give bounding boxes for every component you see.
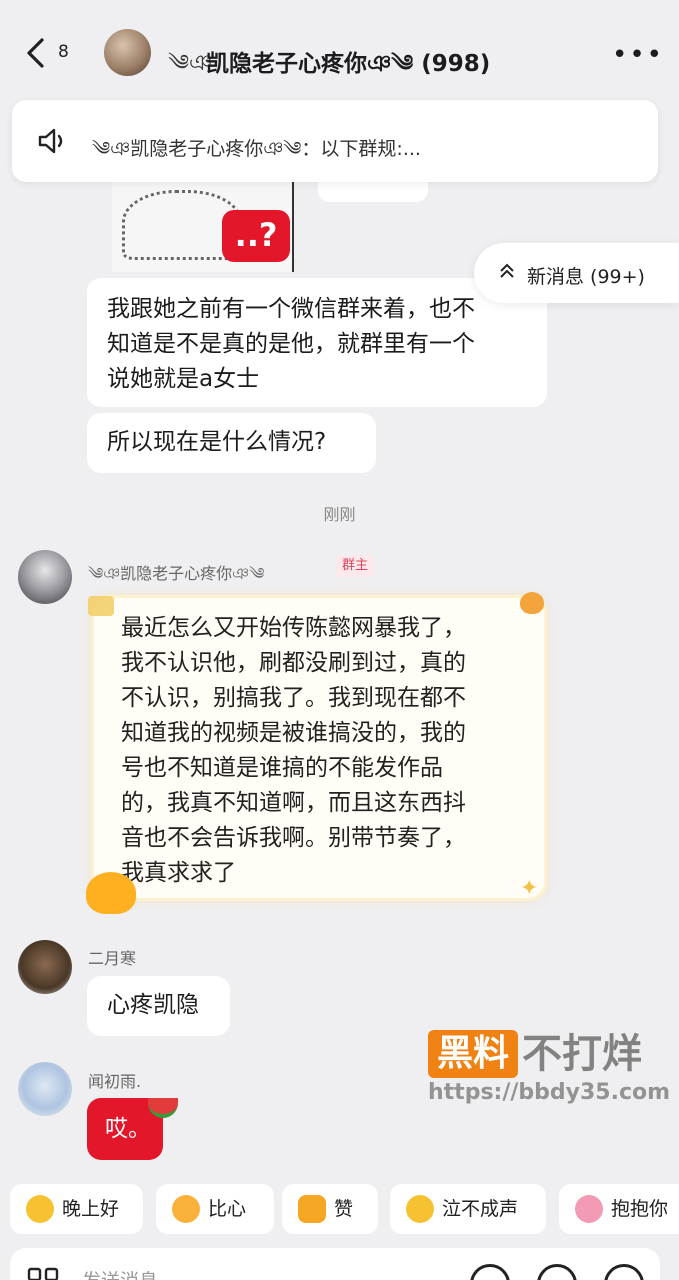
message-line: 号也不知道是谁搞的不能发作品 xyxy=(121,755,443,781)
message-line: 我不认识他，刷都没刷到过，真的 xyxy=(121,650,466,676)
group-notice-banner[interactable]: ༄ঞ凯隐老子心疼你ঞ༄：以下群规:... xyxy=(12,100,658,182)
quick-reply-chip[interactable]: 泣不成声 xyxy=(390,1184,546,1234)
message-line: 我真求求了 xyxy=(121,860,236,886)
message-bubble[interactable]: 心疼凯隐 xyxy=(87,976,230,1036)
new-messages-button[interactable]: 新消息 (99+) xyxy=(474,243,679,303)
owner-avatar[interactable] xyxy=(18,550,72,604)
new-messages-label: 新消息 (99+) xyxy=(527,266,645,288)
question-badge: ..? xyxy=(222,210,290,262)
unread-count[interactable]: 8 xyxy=(58,42,69,62)
heart-hands-emoji-icon xyxy=(172,1195,200,1223)
chip-label: 比心 xyxy=(208,1198,247,1220)
message-bubble[interactable]: 所以现在是什么情况? xyxy=(87,413,376,473)
watermark-box: 黑料 xyxy=(428,1030,518,1078)
thumbs-up-emoji-icon xyxy=(298,1195,326,1223)
back-arrow-icon[interactable] xyxy=(22,36,52,70)
chip-label: 晚上好 xyxy=(62,1198,120,1220)
emoji-icon[interactable] xyxy=(537,1264,577,1280)
owner-message-bubble[interactable]: 最近怎么又开始传陈懿网暴我了， 我不认识他，刷都没刷到过，真的 不认识，别搞我了… xyxy=(94,598,544,898)
bubble-decoration xyxy=(88,596,114,616)
message-line: 最近怎么又开始传陈懿网暴我了， xyxy=(121,615,466,641)
user-avatar[interactable] xyxy=(18,940,72,994)
message-line: 知道我的视频是被谁搞没的，我的 xyxy=(121,720,466,746)
quick-reply-chip[interactable]: 赞 xyxy=(282,1184,378,1234)
double-chevron-up-icon xyxy=(500,263,514,278)
quick-reply-chip[interactable]: 抱抱你 xyxy=(559,1184,679,1234)
message-line: 不认识，别搞我了。我到现在都不 xyxy=(121,685,466,711)
hug-emoji-icon xyxy=(575,1195,603,1223)
group-title[interactable]: 凯隐老子心疼你ঞ༄ (998) xyxy=(206,38,490,103)
quick-reply-row: 晚上好 比心 赞 泣不成声 抱抱你 xyxy=(10,1184,679,1234)
notice-text: ༄ঞ凯隐老子心疼你ঞ༄：以下群规:... xyxy=(92,138,421,160)
speaker-icon xyxy=(38,128,63,154)
message-line: 音也不会告诉我啊。别带节奏了， xyxy=(121,825,466,851)
user-avatar[interactable] xyxy=(18,1062,72,1116)
chat-header: 8 ༄ঞ 凯隐老子心疼你ঞ༄ (998) ••• xyxy=(0,0,679,104)
message-line: 说她就是a女士 xyxy=(107,366,260,392)
sender-name: ༄ঞ凯隐老子心疼你ঞ༄ xyxy=(88,564,265,583)
owner-badge: 群主 xyxy=(336,555,375,577)
star-face-emoji-icon xyxy=(26,1195,54,1223)
watermark-url: https://bbdy35.com xyxy=(428,1080,671,1105)
watermark-text: 不打烊 xyxy=(522,1031,642,1077)
sender-name: 二月寒 xyxy=(88,949,137,968)
crying-face-emoji-icon xyxy=(406,1195,434,1223)
message-line: 知道是不是真的是他，就群里有一个 xyxy=(107,331,475,357)
message-line: 的，我真不知道啊，而且这东西抖 xyxy=(121,790,466,816)
message-timestamp: 刚刚 xyxy=(323,505,356,524)
quick-reply-chip[interactable]: 比心 xyxy=(156,1184,274,1234)
message-input-placeholder[interactable]: 发送消息 xyxy=(82,1266,158,1280)
chip-label: 泣不成声 xyxy=(442,1198,519,1220)
pumpkin-decoration xyxy=(520,592,544,614)
chick-sticker-decoration xyxy=(86,872,136,914)
voice-icon[interactable] xyxy=(470,1264,510,1280)
plus-icon[interactable] xyxy=(604,1264,644,1280)
quick-reply-chip[interactable]: 晚上好 xyxy=(10,1184,143,1234)
chip-label: 抱抱你 xyxy=(611,1198,669,1220)
group-avatar[interactable] xyxy=(104,29,151,76)
star-decoration: ✦ xyxy=(520,876,539,901)
chip-label: 赞 xyxy=(334,1198,354,1220)
message-bubble[interactable]: 我跟她之前有一个微信群来着，也不 知道是不是真的是他，就群里有一个 说她就是a女… xyxy=(87,278,547,407)
message-input-bar[interactable]: 发送消息 xyxy=(10,1248,660,1280)
more-options-icon[interactable]: ••• xyxy=(612,40,664,70)
sender-name: 闻初雨. xyxy=(88,1072,142,1091)
apps-grid-icon[interactable] xyxy=(26,1266,60,1280)
message-line: 我跟她之前有一个微信群来着，也不 xyxy=(107,296,475,322)
